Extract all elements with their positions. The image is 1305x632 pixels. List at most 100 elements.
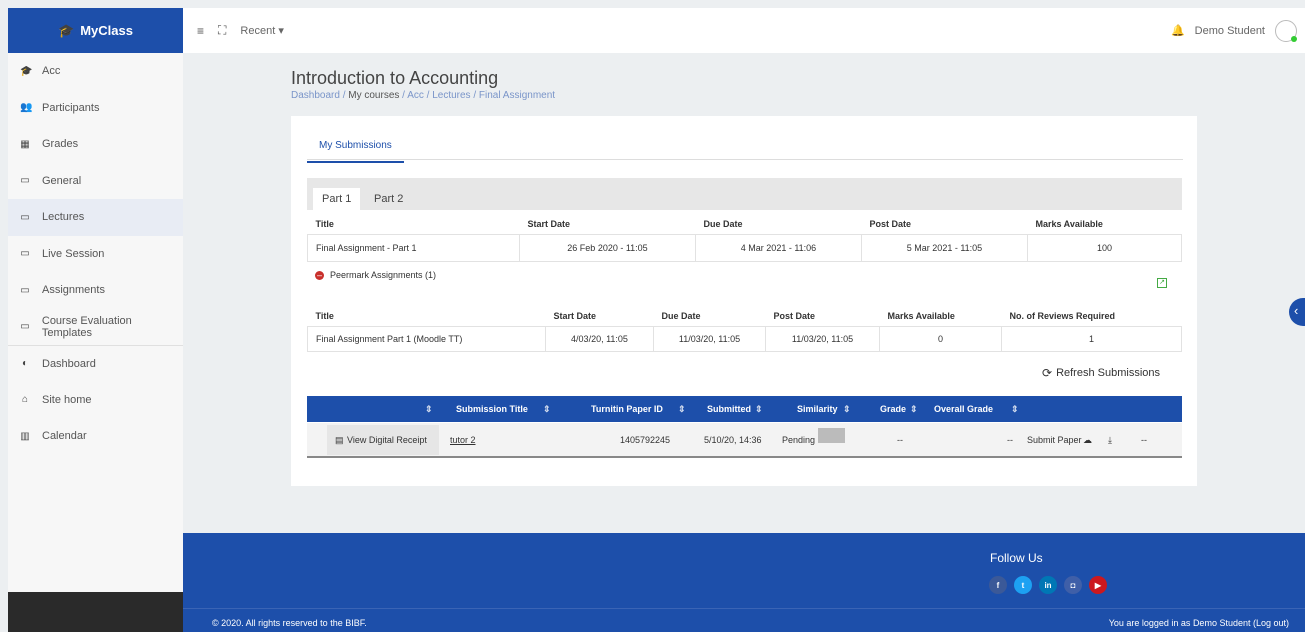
document-icon: ▤	[335, 435, 344, 445]
col-paper-id[interactable]: Turnitin Paper ID	[591, 404, 663, 414]
submit-paper-button[interactable]: Submit Paper	[1027, 435, 1082, 445]
parts-tab-bar: Part 1 Part 2	[307, 178, 1182, 210]
col-submitted[interactable]: Submitted	[707, 404, 751, 414]
tachometer-icon: ◐	[21, 358, 29, 370]
sidebar-item-lectures[interactable]: ▭ Lectures	[8, 199, 183, 236]
instagram-icon[interactable]: ◘	[1064, 576, 1082, 594]
breadcrumb-lectures[interactable]: Lectures	[432, 90, 470, 101]
follow-us-heading: Follow Us	[990, 551, 1043, 565]
cloud-upload-icon[interactable]: ☁	[1083, 435, 1092, 446]
sidebar-item-label: Site home	[42, 393, 92, 406]
collapse-icon: –	[315, 269, 324, 280]
cell-reviews: 1	[1001, 325, 1182, 352]
sidebar-item-grades[interactable]: ▦ Grades	[8, 126, 183, 163]
linkedin-icon[interactable]: in	[1039, 576, 1057, 594]
table-row: Final Assignment Part 1 (Moodle TT) 4/03…	[307, 325, 1182, 352]
sidebar-item-acc[interactable]: 🎓 Acc	[8, 53, 183, 90]
sidebar-nav: 🎓 Acc 👥 Participants ▦ Grades ▭ General ▭ Lecture…	[8, 53, 183, 455]
col-overall-grade[interactable]: Overall Grade	[934, 404, 993, 414]
chevron-left-icon[interactable]: ‹	[1289, 298, 1305, 326]
cell-title: Final Assignment Part 1 (Moodle TT)	[307, 325, 546, 352]
tab-part-1[interactable]: Part 1	[313, 188, 361, 210]
cell-post-date: 11/03/20, 11:05	[765, 325, 880, 352]
sidebar-item-general[interactable]: ▭ General	[8, 163, 183, 200]
peermark-table: Title Start Date Due Date Post Date Mark…	[307, 306, 1182, 352]
fullscreen-icon[interactable]: ⛶	[218, 23, 226, 38]
download-icon[interactable]: ⤓	[1108, 435, 1112, 446]
cell-submitted: 5/10/20, 14:36	[704, 435, 762, 445]
sidebar-item-label: Dashboard	[42, 357, 96, 370]
col-start-date: Start Date	[527, 218, 571, 229]
footer-bar: © 2020. All rights reserved to the BIBF.…	[183, 608, 1305, 632]
cell-overall-grade: --	[1007, 435, 1013, 445]
sidebar-item-live-session[interactable]: ▭ Live Session	[8, 236, 183, 273]
sort-icon[interactable]: ⇕	[755, 404, 763, 415]
social-links: f t in ◘ ▶	[989, 576, 1107, 594]
sidebar-item-dashboard[interactable]: ◐ Dashboard	[8, 345, 183, 382]
sidebar-item-assignments[interactable]: ▭ Assignments	[8, 272, 183, 309]
folder-icon: ▭	[20, 248, 30, 260]
tab-divider	[307, 159, 1183, 160]
cell-due-date: 4 Mar 2021 - 11:06	[695, 233, 862, 262]
breadcrumb: Dashboard / My courses / Acc / Lectures …	[291, 90, 556, 101]
sidebar-footer	[8, 592, 183, 632]
sort-icon[interactable]: ⇕	[843, 404, 851, 415]
sidebar-item-label: Course Evaluation Templates	[41, 314, 132, 339]
refresh-submissions-button[interactable]: ⟳ Refresh Submissions	[1042, 366, 1160, 380]
sort-icon[interactable]: ⇕	[910, 404, 918, 415]
user-name[interactable]: Demo Student	[1195, 25, 1265, 37]
view-digital-receipt-label[interactable]: View Digital Receipt	[347, 435, 427, 445]
logged-in-status[interactable]: You are logged in as Demo Student (Log o…	[1109, 618, 1289, 628]
cell-post-date: 5 Mar 2021 - 11:05	[861, 233, 1028, 262]
col-similarity[interactable]: Similarity	[797, 404, 838, 414]
sort-icon[interactable]: ⇕	[543, 404, 551, 415]
sort-icon[interactable]: ⇕	[678, 404, 686, 415]
cell-paper-id: 1405792245	[620, 435, 671, 445]
breadcrumb-dashboard[interactable]: Dashboard	[291, 90, 340, 101]
cell-extra: --	[1141, 435, 1147, 445]
peermark-toggle[interactable]: – Peermark Assignments (1)	[315, 270, 436, 280]
menu-toggle-icon[interactable]: ≡	[197, 24, 204, 38]
avatar[interactable]	[1275, 19, 1297, 42]
cell-grade: --	[897, 435, 903, 445]
col-post-date: Post Date	[869, 218, 912, 229]
breadcrumb-final-assignment[interactable]: Final Assignment	[479, 90, 555, 101]
calendar-icon: ▥	[20, 430, 30, 442]
sort-icon[interactable]: ⇕	[425, 404, 433, 415]
tab-part-2[interactable]: Part 2	[365, 188, 412, 210]
col-marks-available: Marks Available	[1035, 218, 1103, 229]
col-title: Title	[315, 310, 334, 321]
table-header-row: Title Start Date Due Date Post Date Mark…	[308, 306, 1182, 326]
sidebar-item-calendar[interactable]: ▥ Calendar	[8, 418, 183, 455]
notification-bell-icon[interactable]: 🔔	[1171, 24, 1185, 37]
col-start-date: Start Date	[553, 310, 597, 321]
export-icon[interactable]: ↗	[1157, 278, 1167, 288]
table-row: Final Assignment - Part 1 26 Feb 2020 - …	[307, 233, 1182, 262]
youtube-icon[interactable]: ▶	[1089, 576, 1107, 594]
twitter-icon[interactable]: t	[1014, 576, 1032, 594]
breadcrumb-my-courses[interactable]: My courses	[348, 90, 399, 101]
brand-logo[interactable]: 🎓 MyClass	[8, 8, 183, 53]
cell-start-date: 26 Feb 2020 - 11:05	[519, 233, 696, 262]
submission-title-link[interactable]: tutor 2	[450, 435, 476, 445]
sidebar: 🎓 MyClass 🎓 Acc 👥 Participants ▦ Grades ▭ Gener…	[8, 8, 183, 632]
col-grade[interactable]: Grade	[880, 404, 906, 414]
facebook-icon[interactable]: f	[989, 576, 1007, 594]
col-post-date: Post Date	[773, 310, 816, 321]
home-icon: ⌂	[21, 394, 29, 406]
sidebar-item-site-home[interactable]: ⌂ Site home	[8, 382, 183, 419]
recent-dropdown[interactable]: Recent ▾	[240, 24, 283, 37]
sidebar-item-label: Lectures	[42, 211, 85, 224]
col-due-date: Due Date	[703, 218, 743, 229]
sidebar-item-participants[interactable]: 👥 Participants	[8, 90, 183, 127]
submissions-header: ⇕ Submission Title ⇕ Turnitin Paper ID ⇕…	[307, 396, 1182, 422]
col-submission-title[interactable]: Submission Title	[456, 404, 528, 414]
breadcrumb-acc[interactable]: Acc	[407, 90, 424, 101]
sidebar-item-label: Calendar	[42, 430, 87, 443]
similarity-bar	[818, 428, 845, 443]
sidebar-item-course-evaluation-templates[interactable]: ▭ Course Evaluation Templates	[8, 309, 183, 346]
sort-icon[interactable]: ⇕	[1011, 404, 1019, 415]
folder-icon: ▭	[20, 211, 30, 223]
submissions-card: My Submissions Part 1 Part 2 Title Start…	[291, 116, 1197, 486]
graduation-cap-icon: 🎓	[58, 22, 75, 38]
